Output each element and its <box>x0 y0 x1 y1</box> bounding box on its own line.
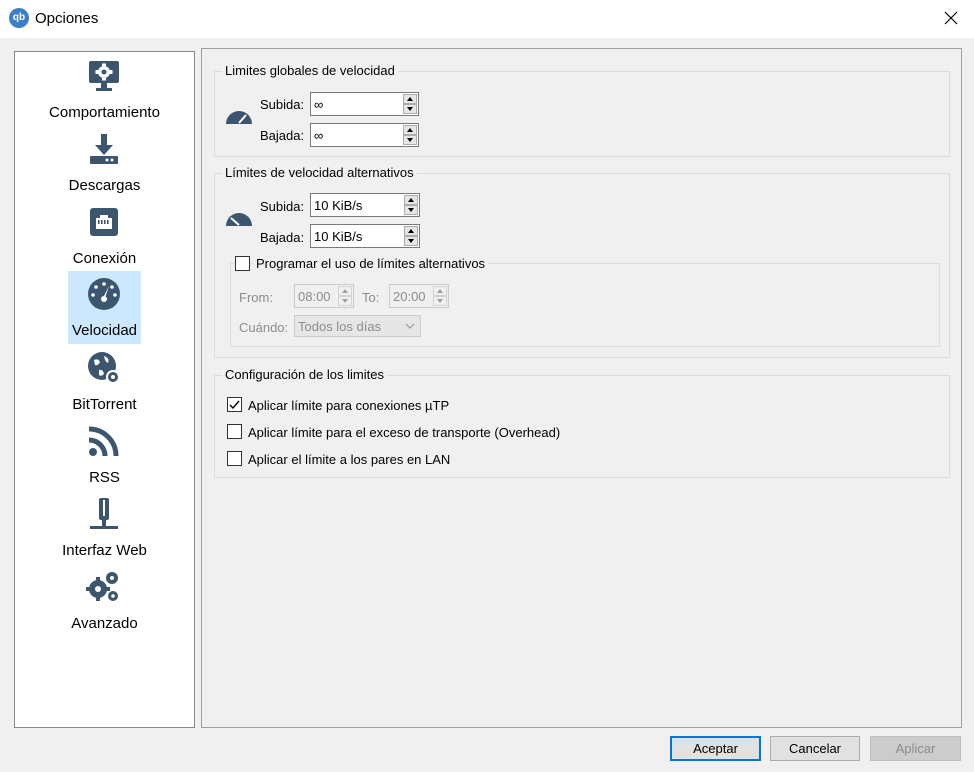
to-label: To: <box>362 290 380 305</box>
lan-limit-label[interactable]: Aplicar el límite a los pares en LAN <box>248 452 450 467</box>
group-title: Limites globales de velocidad <box>222 63 398 78</box>
sidebar-item-avanzado[interactable]: Avanzado <box>15 567 194 640</box>
category-sidebar: Comportamiento Descargas Conexión Veloci… <box>14 51 195 728</box>
decrement-button[interactable] <box>433 296 447 306</box>
qbittorrent-logo-icon: qb <box>9 8 29 28</box>
lan-limit-checkbox[interactable] <box>227 451 242 466</box>
speedometer-icon <box>88 278 120 310</box>
title-bar: qb Opciones <box>0 0 974 38</box>
increment-button[interactable] <box>404 226 418 236</box>
checkmark-icon <box>229 400 240 410</box>
group-title: Configuración de los limites <box>222 367 387 382</box>
spin-value: ∞ <box>314 97 324 112</box>
rss-icon <box>88 426 119 457</box>
alt-download-spinbox[interactable]: 10 KiB/s <box>310 224 420 248</box>
cancel-button[interactable]: Cancelar <box>770 736 860 761</box>
when-label: Cuándo: <box>239 320 289 335</box>
sidebar-item-label: Avanzado <box>71 615 138 632</box>
sidebar-item-descargas[interactable]: Descargas <box>15 129 194 202</box>
increment-button[interactable] <box>338 286 352 296</box>
sidebar-item-label: Descargas <box>68 177 141 194</box>
spin-value: 10 KiB/s <box>314 229 363 244</box>
global-limits-group: Limites globales de velocidad Subida: ∞ … <box>214 63 950 157</box>
utp-limit-label[interactable]: Aplicar límite para conexiones µTP <box>248 398 449 413</box>
close-button[interactable] <box>928 0 974 36</box>
decrement-button[interactable] <box>404 236 418 246</box>
decrement-button[interactable] <box>403 104 417 114</box>
sidebar-item-velocidad[interactable]: Velocidad <box>15 271 194 344</box>
group-title: Límites de velocidad alternativos <box>222 165 417 180</box>
sidebar-item-comportamiento[interactable]: Comportamiento <box>15 56 194 129</box>
upload-label: Subida: <box>260 199 305 214</box>
decrement-button[interactable] <box>403 135 417 145</box>
overhead-limit-label[interactable]: Aplicar límite para el exceso de transpo… <box>248 425 560 440</box>
increment-button[interactable] <box>403 125 417 135</box>
sidebar-item-label: Comportamiento <box>49 104 160 121</box>
to-time-spinbox[interactable]: 20:00 <box>389 284 449 308</box>
sidebar-item-label: BitTorrent <box>72 396 137 413</box>
spin-value: 10 KiB/s <box>314 198 363 213</box>
gears-icon <box>86 572 118 601</box>
increment-button[interactable] <box>403 94 417 104</box>
decrement-button[interactable] <box>338 296 352 306</box>
schedule-label[interactable]: Programar el uso de límites alternativos <box>253 256 489 271</box>
chevron-down-icon <box>405 323 415 329</box>
global-download-spinbox[interactable]: ∞ <box>310 123 419 147</box>
alt-upload-spinbox[interactable]: 10 KiB/s <box>310 193 420 217</box>
apply-button[interactable]: Aplicar <box>870 736 961 761</box>
sidebar-item-bittorrent[interactable]: BitTorrent <box>15 348 194 421</box>
sidebar-item-conexion[interactable]: Conexión <box>15 202 194 275</box>
schedule-group: Programar el uso de límites alternativos… <box>230 256 940 347</box>
settings-panel: Limites globales de velocidad Subida: ∞ … <box>201 48 962 728</box>
sidebar-item-interfaz-web[interactable]: Interfaz Web <box>15 494 194 567</box>
spin-value: 20:00 <box>393 289 426 304</box>
alt-speed-gauge-icon <box>226 213 252 226</box>
spin-value: ∞ <box>314 128 324 143</box>
overhead-limit-checkbox[interactable] <box>227 424 242 439</box>
utp-limit-checkbox[interactable] <box>227 397 242 412</box>
when-dropdown[interactable]: Todos los días <box>294 315 421 337</box>
web-ui-icon <box>90 498 118 529</box>
window-title: Opciones <box>35 10 99 27</box>
sidebar-item-label: RSS <box>89 469 120 486</box>
alt-limits-group: Límites de velocidad alternativos Subida… <box>214 165 950 358</box>
download-label: Bajada: <box>260 230 305 245</box>
decrement-button[interactable] <box>404 205 418 215</box>
spin-value: 08:00 <box>298 289 331 304</box>
accept-button[interactable]: Aceptar <box>670 736 761 761</box>
download-icon <box>90 134 118 164</box>
globe-gear-icon <box>88 352 120 384</box>
monitor-gear-icon <box>89 61 119 91</box>
speed-gauge-icon <box>226 111 252 124</box>
upload-label: Subida: <box>260 97 305 112</box>
increment-button[interactable] <box>433 286 447 296</box>
from-time-spinbox[interactable]: 08:00 <box>294 284 354 308</box>
dropdown-value: Todos los días <box>298 319 382 334</box>
limits-config-group: Configuración de los limites Aplicar lím… <box>214 367 950 478</box>
sidebar-item-label: Conexión <box>72 250 137 267</box>
download-label: Bajada: <box>260 128 305 143</box>
sidebar-item-label: Velocidad <box>71 322 138 339</box>
sidebar-item-label: Interfaz Web <box>62 542 147 559</box>
network-port-icon <box>90 208 118 236</box>
increment-button[interactable] <box>404 195 418 205</box>
global-upload-spinbox[interactable]: ∞ <box>310 92 419 116</box>
from-label: From: <box>239 290 273 305</box>
close-icon <box>944 11 958 25</box>
sidebar-item-rss[interactable]: RSS <box>15 421 194 494</box>
schedule-checkbox[interactable] <box>235 256 250 271</box>
